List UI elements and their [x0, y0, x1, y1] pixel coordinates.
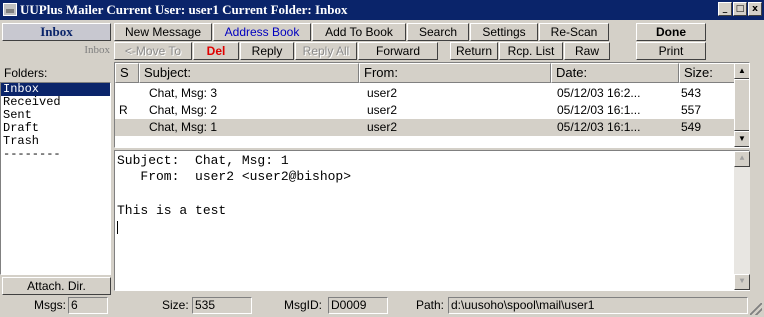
title-bar[interactable]: UUPlus Mailer Current User: user1 Curren…: [0, 0, 764, 20]
message-list-scrollbar[interactable]: ▲ ▼: [734, 63, 749, 147]
message-body-scrollbar[interactable]: ▲ ▼: [734, 151, 750, 290]
body-scroll-down-arrow-icon[interactable]: ▼: [734, 274, 750, 290]
message-from: user2: [367, 86, 398, 100]
path-value: d:\uusoho\spool\mail\user1: [448, 297, 748, 314]
close-button[interactable]: x: [748, 2, 762, 16]
folder-item-separator: --------: [3, 147, 61, 161]
body-scroll-up-arrow-icon[interactable]: ▲: [734, 151, 750, 167]
reply-all-button[interactable]: Reply All: [295, 42, 357, 60]
address-book-button[interactable]: Address Book: [213, 23, 311, 41]
delete-button[interactable]: Del: [193, 42, 239, 60]
table-row-selected[interactable]: Chat, Msg: 1 user2 05/12/03 16:1... 549: [115, 119, 749, 136]
message-size: 557: [681, 103, 702, 117]
new-message-button[interactable]: New Message: [114, 23, 212, 41]
message-body[interactable]: Subject: Chat, Msg: 1 From: user2 <user2…: [114, 150, 750, 291]
message-date: 05/12/03 16:1...: [557, 120, 641, 134]
rescan-button[interactable]: Re-Scan: [539, 23, 609, 41]
reply-button[interactable]: Reply: [240, 42, 294, 60]
column-header-subject[interactable]: Subject:: [139, 63, 359, 83]
move-to-button[interactable]: <-Move To: [114, 42, 192, 60]
body-subject-line: Subject: Chat, Msg: 1: [117, 153, 289, 168]
column-header-from[interactable]: From:: [359, 63, 551, 83]
msgs-label: Msgs:: [34, 298, 67, 312]
column-header-status[interactable]: S: [115, 63, 139, 83]
minimize-button[interactable]: _: [718, 2, 732, 16]
message-status: R: [119, 103, 128, 117]
maximize-button[interactable]: □: [733, 2, 747, 16]
path-label: Path:: [416, 298, 445, 312]
message-from: user2: [367, 120, 398, 134]
message-from: user2: [367, 103, 398, 117]
status-bar: Msgs: 6 Size: 535 MsgID: D0009 Path: d:\…: [0, 295, 764, 317]
message-subject: Chat, Msg: 3: [149, 86, 218, 100]
mailer-app-icon: [3, 3, 17, 16]
attach-dir-button[interactable]: Attach. Dir.: [2, 277, 111, 295]
message-subject: Chat, Msg: 2: [149, 103, 218, 117]
settings-button[interactable]: Settings: [470, 23, 538, 41]
msgid-label: MsgID:: [284, 298, 323, 312]
text-caret: [117, 221, 118, 234]
body-text-line: This is a test: [117, 203, 227, 218]
add-to-book-button[interactable]: Add To Book: [312, 23, 406, 41]
scroll-thumb[interactable]: [734, 79, 749, 131]
message-date: 05/12/03 16:2...: [557, 86, 641, 100]
size-value: 535: [192, 297, 252, 314]
mailer-window: UUPlus Mailer Current User: user1 Curren…: [0, 0, 764, 317]
scroll-down-arrow-icon[interactable]: ▼: [734, 131, 749, 147]
table-row[interactable]: Chat, Msg: 3 user2 05/12/03 16:2... 543: [115, 85, 749, 102]
column-header-date[interactable]: Date:: [551, 63, 679, 83]
current-folder-label: Inbox: [84, 44, 110, 56]
body-from-line: From: user2 <user2@bishop>: [117, 169, 352, 184]
forward-button[interactable]: Forward: [358, 42, 438, 60]
raw-button[interactable]: Raw: [564, 42, 610, 60]
message-list[interactable]: S Subject: From: Date: Size: Chat, Msg: …: [114, 62, 750, 148]
message-subject: Chat, Msg: 1: [149, 120, 218, 134]
scroll-up-arrow-icon[interactable]: ▲: [734, 63, 749, 79]
window-title: UUPlus Mailer Current User: user1 Curren…: [20, 2, 348, 17]
message-date: 05/12/03 16:1...: [557, 103, 641, 117]
print-button[interactable]: Print: [636, 42, 706, 60]
size-label: Size:: [162, 298, 189, 312]
resize-grip-icon[interactable]: [750, 303, 762, 315]
inbox-button[interactable]: Inbox: [2, 23, 111, 41]
message-size: 549: [681, 120, 702, 134]
window-controls: _ □ x: [718, 2, 762, 16]
msgid-value: D0009: [328, 297, 388, 314]
done-button[interactable]: Done: [636, 23, 706, 41]
return-button[interactable]: Return: [450, 42, 498, 60]
table-row[interactable]: R Chat, Msg: 2 user2 05/12/03 16:1... 55…: [115, 102, 749, 119]
rcp-list-button[interactable]: Rcp. List: [499, 42, 563, 60]
folders-label: Folders:: [4, 66, 48, 80]
message-size: 543: [681, 86, 702, 100]
msgs-count: 6: [68, 297, 108, 314]
search-button[interactable]: Search: [407, 23, 469, 41]
column-header-size[interactable]: Size:: [679, 63, 737, 83]
folder-list[interactable]: Inbox Received Sent Draft Trash --------: [0, 82, 111, 275]
